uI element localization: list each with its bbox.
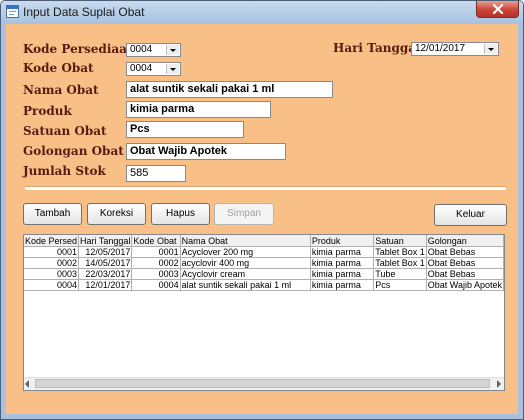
table-cell[interactable]: 14/05/2017 xyxy=(78,257,133,269)
table-cell[interactable]: 0002 xyxy=(24,257,80,269)
satuan-obat-input[interactable]: Pcs xyxy=(126,121,244,138)
chevron-down-icon[interactable] xyxy=(166,45,179,55)
window-title: Input Data Suplai Obat xyxy=(23,5,145,19)
supply-data-grid[interactable]: Kode Persed Hari Tanggal Kode Obat Nama … xyxy=(23,234,505,391)
section-divider xyxy=(25,186,506,190)
chevron-down-icon[interactable] xyxy=(484,44,497,54)
table-cell[interactable]: kimia parma xyxy=(310,279,375,291)
kode-obat-label: Kode Obat xyxy=(23,61,94,75)
table-cell[interactable]: Acyclover 200 mg xyxy=(180,246,311,258)
title-bar[interactable]: Input Data Suplai Obat xyxy=(1,1,523,23)
table-cell[interactable]: Obat Wajib Apotek xyxy=(426,279,504,291)
hari-tanggal-label: Hari Tanggal xyxy=(333,41,421,55)
table-cell[interactable]: Obat Bebas xyxy=(426,246,504,258)
table-row[interactable]: 0002 14/05/2017 0002 acyclovir 400 mg ki… xyxy=(24,257,504,269)
table-cell[interactable]: 0001 xyxy=(131,246,181,258)
scroll-right-icon[interactable] xyxy=(497,380,501,388)
table-cell[interactable]: 0002 xyxy=(131,257,181,269)
table-cell[interactable]: 12/05/2017 xyxy=(78,246,133,258)
table-header-row: Kode Persed Hari Tanggal Kode Obat Nama … xyxy=(24,235,504,247)
column-header-produk[interactable]: Produk xyxy=(310,235,375,247)
table-cell[interactable]: Tablet Box 1 xyxy=(373,246,427,258)
produk-label: Produk xyxy=(23,104,72,118)
column-header-nama-obat[interactable]: Nama Obat xyxy=(180,235,311,247)
column-header-hari-tanggal[interactable]: Hari Tanggal xyxy=(78,235,133,247)
table-cell[interactable]: 0003 xyxy=(24,268,80,280)
table-cell[interactable]: Obat Bebas xyxy=(426,268,504,280)
kode-persediaan-value: 0004 xyxy=(130,44,153,55)
table-row[interactable]: 0004 12/01/2017 0004 alat suntik sekali … xyxy=(24,279,504,291)
scrollbar-thumb[interactable] xyxy=(35,379,490,388)
hari-tanggal-value: 12/01/2017 xyxy=(415,43,466,54)
table-cell[interactable]: Pcs xyxy=(373,279,427,291)
table-cell[interactable]: Tube xyxy=(373,268,427,280)
close-icon xyxy=(492,4,504,14)
table-cell[interactable]: Obat Bebas xyxy=(426,257,504,269)
hapus-button[interactable]: Hapus xyxy=(151,203,210,225)
koreksi-button[interactable]: Koreksi xyxy=(87,203,146,225)
form-client-area: Kode Persediaan 0004 Kode Obat 0004 Hari… xyxy=(6,24,518,414)
table-cell[interactable]: 0003 xyxy=(131,268,181,280)
kode-obat-select[interactable]: 0004 xyxy=(126,62,181,76)
jumlah-stok-input[interactable]: 585 xyxy=(126,165,186,182)
kode-persediaan-label: Kode Persediaan xyxy=(23,42,136,56)
jumlah-stok-label: Jumlah Stok xyxy=(23,164,106,178)
table-cell[interactable]: 22/03/2017 xyxy=(78,268,133,280)
column-header-golongan[interactable]: Golongan xyxy=(426,235,504,247)
chevron-down-icon[interactable] xyxy=(166,64,179,74)
table-cell[interactable]: 0004 xyxy=(131,279,181,291)
scroll-left-icon[interactable] xyxy=(25,380,29,388)
table-row[interactable]: 0003 22/03/2017 0003 Acyclovir cream kim… xyxy=(24,268,504,280)
table-cell[interactable]: kimia parma xyxy=(310,257,375,269)
table-cell[interactable]: kimia parma xyxy=(310,246,375,258)
produk-input[interactable]: kimia parma xyxy=(126,101,271,118)
hari-tanggal-picker[interactable]: 12/01/2017 xyxy=(411,42,499,56)
app-window-icon xyxy=(6,5,19,18)
keluar-button[interactable]: Keluar xyxy=(434,204,507,226)
table-cell[interactable]: 0004 xyxy=(24,279,80,291)
table-row[interactable]: 0001 12/05/2017 0001 Acyclover 200 mg ki… xyxy=(24,246,504,258)
column-header-kode-obat[interactable]: Kode Obat xyxy=(131,235,181,247)
kode-obat-value: 0004 xyxy=(130,63,153,74)
table-cell[interactable]: kimia parma xyxy=(310,268,375,280)
close-button[interactable] xyxy=(476,1,519,18)
table-cell[interactable]: 12/01/2017 xyxy=(78,279,133,291)
app-window: Input Data Suplai Obat Kode Persediaan 0… xyxy=(0,0,524,420)
nama-obat-input[interactable]: alat suntik sekali pakai 1 ml xyxy=(126,81,333,98)
data-table: Kode Persed Hari Tanggal Kode Obat Nama … xyxy=(24,235,504,291)
satuan-obat-label: Satuan Obat xyxy=(23,124,107,138)
kode-persediaan-select[interactable]: 0004 xyxy=(126,43,181,57)
table-cell[interactable]: 0001 xyxy=(24,246,80,258)
table-cell[interactable]: Acyclovir cream xyxy=(180,268,311,280)
nama-obat-label: Nama Obat xyxy=(23,83,99,97)
column-header-satuan[interactable]: Satuan xyxy=(373,235,427,247)
column-header-kode-persediaan[interactable]: Kode Persed xyxy=(24,235,80,247)
golongan-obat-input[interactable]: Obat Wajib Apotek xyxy=(126,143,286,160)
tambah-button[interactable]: Tambah xyxy=(23,203,82,225)
golongan-obat-label: Golongan Obat xyxy=(23,144,124,158)
table-cell[interactable]: alat suntik sekali pakai 1 ml xyxy=(180,279,311,291)
simpan-button: Simpan xyxy=(214,203,274,225)
horizontal-scrollbar[interactable] xyxy=(24,377,504,390)
table-cell[interactable]: Tablet Box 1 xyxy=(373,257,427,269)
table-cell[interactable]: acyclovir 400 mg xyxy=(180,257,311,269)
